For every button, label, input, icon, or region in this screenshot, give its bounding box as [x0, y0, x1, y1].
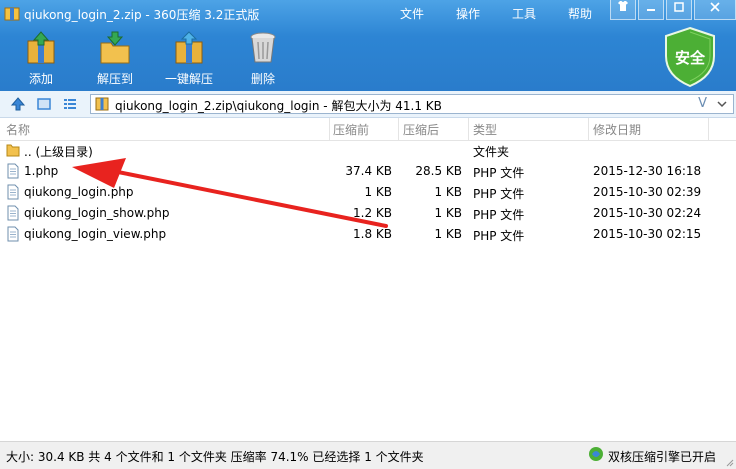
file-name: .. (上级目录) [24, 145, 93, 159]
menu-help[interactable]: 帮助 [564, 5, 596, 22]
extract-to-button[interactable]: 解压到 [82, 28, 148, 87]
one-click-extract-label: 一键解压 [164, 72, 213, 86]
resize-grip-icon[interactable] [724, 457, 734, 467]
php-file-icon [7, 163, 19, 179]
one-click-extract-button[interactable]: 一键解压 [156, 28, 222, 87]
file-type: PHP 文件 [473, 187, 525, 201]
maximize-button[interactable] [666, 0, 692, 20]
maximize-icon [674, 2, 684, 12]
extract-to-icon [100, 31, 130, 64]
engine-status: 双核压缩引擎已开启 [607, 450, 716, 464]
file-date: 2015-10-30 02:39 [593, 185, 702, 199]
add-label: 添加 [28, 72, 53, 86]
status-summary: 大小: 30.4 KB 共 4 个文件和 1 个文件夹 压缩率 74.1% 已经… [6, 450, 424, 464]
file-size-before: 1 KB [364, 185, 392, 199]
column-type[interactable]: 类型 [473, 121, 497, 138]
list-item-file[interactable]: qiukong_login_show.php 1.2 KB 1 KB PHP 文… [0, 203, 736, 224]
address-bar[interactable]: qiukong_login_2.zip\qiukong_login - 解包大小… [90, 94, 734, 114]
file-name: 1.php [24, 164, 59, 178]
file-date: 2015-12-30 16:18 [593, 164, 702, 178]
list-item-parent-folder[interactable]: .. (上级目录) 文件夹 [0, 140, 736, 161]
column-divider[interactable] [588, 118, 589, 140]
title-bar: qiukong_login_2.zip - 360压缩 3.2正式版 文件 操作… [0, 0, 736, 28]
column-divider[interactable] [329, 118, 330, 140]
window-title: qiukong_login_2.zip - 360压缩 3.2正式版 [24, 8, 260, 22]
add-button[interactable]: 添加 [8, 28, 74, 87]
menu-operation[interactable]: 操作 [452, 5, 484, 22]
list-view-icon[interactable] [62, 96, 78, 112]
column-modified-date[interactable]: 修改日期 [593, 121, 641, 138]
trash-bin-icon [250, 32, 276, 63]
file-date: 2015-10-30 02:15 [593, 227, 702, 241]
menu-bar: 文件 操作 工具 帮助 [396, 5, 620, 22]
menu-file[interactable]: 文件 [396, 5, 428, 22]
column-header: 名称 压缩前 压缩后 类型 修改日期 [0, 118, 736, 141]
delete-label: 删除 [250, 72, 275, 86]
list-item-file[interactable]: qiukong_login_view.php 1.8 KB 1 KB PHP 文… [0, 224, 736, 245]
column-name[interactable]: 名称 [6, 121, 30, 138]
close-icon [710, 2, 720, 12]
column-size-before[interactable]: 压缩前 [333, 121, 369, 138]
file-size-before: 1.8 KB [353, 227, 392, 241]
file-size-after: 1 KB [434, 227, 462, 241]
file-name: qiukong_login.php [24, 185, 134, 199]
file-size-after: 1 KB [434, 206, 462, 220]
column-divider[interactable] [398, 118, 399, 140]
shirt-icon [618, 1, 628, 11]
zip-archive-icon [95, 97, 109, 111]
add-archive-icon [27, 31, 55, 64]
up-arrow-icon[interactable] [10, 96, 26, 112]
delete-button[interactable]: 删除 [230, 28, 296, 87]
folder-icon [6, 144, 20, 157]
address-path: qiukong_login_2.zip\qiukong_login - 解包大小… [115, 99, 442, 113]
list-item-file[interactable]: qiukong_login.php 1 KB 1 KB PHP 文件 2015-… [0, 182, 736, 203]
file-type: PHP 文件 [473, 229, 525, 243]
skin-shirt-button[interactable] [610, 0, 636, 20]
file-name: qiukong_login_show.php [24, 206, 170, 220]
file-size-after: 28.5 KB [415, 164, 462, 178]
close-button[interactable] [694, 0, 736, 20]
file-size-before: 37.4 KB [345, 164, 392, 178]
security-shield-button[interactable]: 安全 [662, 26, 718, 88]
app-archive-icon [4, 7, 20, 21]
status-bar: 大小: 30.4 KB 共 4 个文件和 1 个文件夹 压缩率 74.1% 已经… [0, 441, 736, 469]
file-name: qiukong_login_view.php [24, 227, 167, 241]
dual-core-engine-icon [589, 447, 603, 461]
address-v-mark[interactable]: V [698, 96, 707, 111]
file-type: 文件夹 [473, 145, 510, 159]
extract-to-label: 解压到 [96, 72, 133, 86]
column-divider[interactable] [468, 118, 469, 140]
minimize-icon [647, 9, 655, 11]
file-date: 2015-10-30 02:24 [593, 206, 702, 220]
toolbar: 添加 解压到 一键解压 删除 [8, 28, 304, 87]
list-item-file[interactable]: 1.php 37.4 KB 28.5 KB PHP 文件 2015-12-30 … [0, 161, 736, 182]
one-click-extract-icon [175, 31, 203, 64]
security-label: 安全 [674, 49, 705, 67]
menu-tools[interactable]: 工具 [508, 5, 540, 22]
php-file-icon [7, 184, 19, 200]
file-type: PHP 文件 [473, 208, 525, 222]
php-file-icon [7, 226, 19, 242]
php-file-icon [7, 205, 19, 221]
file-size-before: 1.2 KB [353, 206, 392, 220]
column-size-after[interactable]: 压缩后 [403, 121, 439, 138]
minimize-button[interactable] [638, 0, 664, 20]
chevron-down-icon[interactable] [717, 97, 727, 111]
column-divider[interactable] [708, 118, 709, 140]
thumbnail-view-icon[interactable] [36, 96, 52, 112]
top-bar: qiukong_login_2.zip - 360压缩 3.2正式版 文件 操作… [0, 0, 736, 91]
file-size-after: 1 KB [434, 185, 462, 199]
address-row: qiukong_login_2.zip\qiukong_login - 解包大小… [0, 91, 736, 118]
archive-window: qiukong_login_2.zip - 360压缩 3.2正式版 文件 操作… [0, 0, 736, 469]
file-type: PHP 文件 [473, 166, 525, 180]
window-controls [608, 0, 736, 20]
